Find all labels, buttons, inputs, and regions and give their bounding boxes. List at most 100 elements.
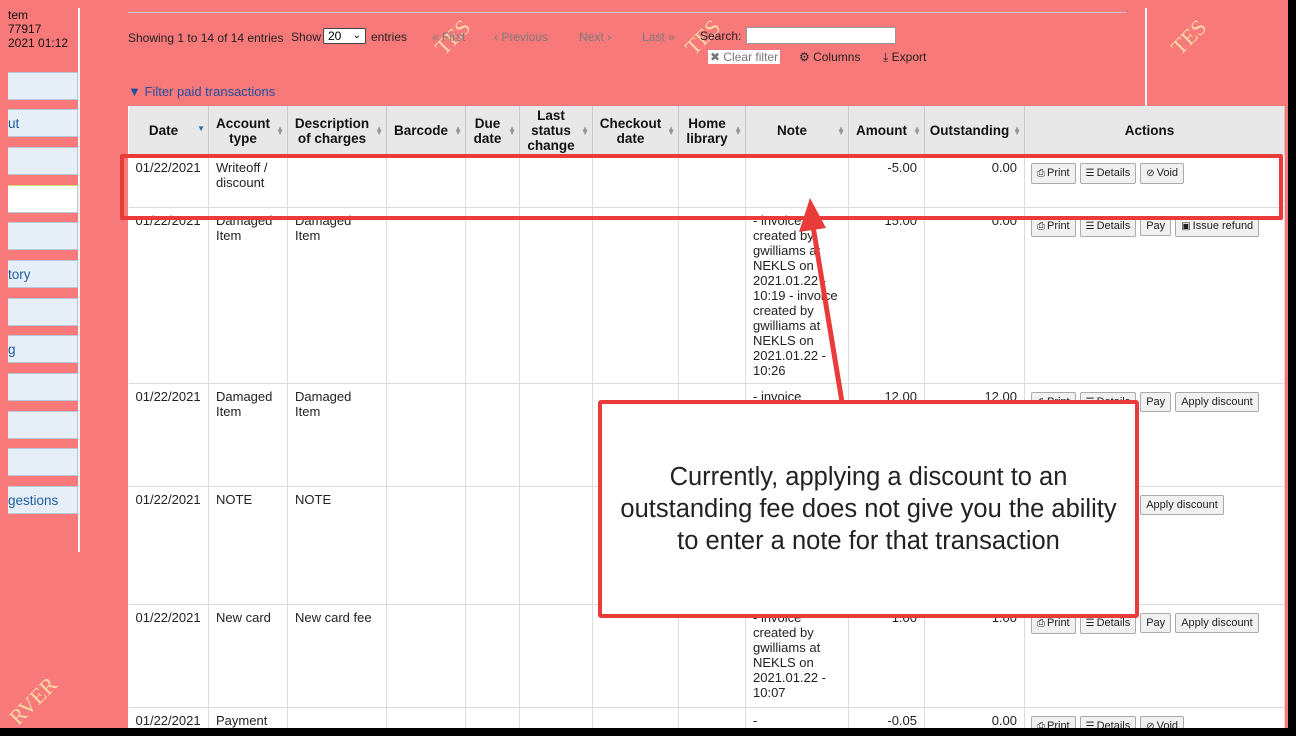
- filter-paid-transactions-link[interactable]: ▼ Filter paid transactions: [128, 84, 275, 99]
- outstanding-cell: 0.00: [924, 207, 1025, 384]
- button-label: Details: [1096, 219, 1131, 232]
- void-icon: ⊘: [1146, 720, 1155, 729]
- description-cell: [287, 707, 387, 728]
- columns-button[interactable]: ⚙ Columns: [799, 50, 860, 64]
- sidebar-item-2[interactable]: ut: [8, 109, 78, 137]
- column-header-date[interactable]: Date ▼: [128, 106, 209, 155]
- column-header-amount[interactable]: Amount ▲ ▼: [848, 106, 925, 155]
- checkout-date-cell: [592, 207, 679, 384]
- sort-icon: ▲ ▼: [276, 124, 284, 137]
- details-button[interactable]: ☰Details: [1079, 715, 1137, 729]
- last-status-change-cell: [519, 383, 593, 487]
- sort-icon: ▲ ▼: [734, 124, 742, 137]
- page-size-select[interactable]: 20 ⌄: [323, 28, 366, 44]
- entries-label: entries: [371, 30, 408, 44]
- header-label: Last status change: [527, 108, 575, 153]
- barcode-cell: [386, 486, 466, 605]
- sidebar-item-log[interactable]: g: [8, 335, 78, 363]
- apply-discount-button[interactable]: Apply discount: [1175, 391, 1259, 412]
- column-header-due-date[interactable]: Due date ▲ ▼: [465, 106, 520, 155]
- due-date-cell: [465, 604, 520, 708]
- account-type-cell: Damaged Item: [208, 207, 288, 384]
- date-cell: 01/22/2021: [128, 383, 209, 487]
- column-header-last-status-change[interactable]: Last status change ▲ ▼: [519, 106, 593, 155]
- column-header-barcode[interactable]: Barcode ▲ ▼: [386, 106, 466, 155]
- sidebar-item-accounting[interactable]: [8, 185, 78, 213]
- sidebar-item-3[interactable]: [8, 147, 78, 175]
- date-cell: 01/22/2021: [128, 604, 209, 708]
- account-type-cell: New card: [208, 604, 288, 708]
- previous-page-link[interactable]: ‹ Previous: [494, 30, 548, 44]
- next-page-link[interactable]: Next ›: [579, 30, 611, 44]
- clear-filter-button[interactable]: ✖ Clear filter: [708, 50, 781, 64]
- actions-cell: ⎙Print ☰Details Pay Apply discount: [1024, 604, 1285, 708]
- download-icon: ⤓: [883, 50, 892, 64]
- watermark-left: RVER: [4, 671, 62, 728]
- details-icon: ☰: [1085, 720, 1095, 729]
- search-label: Search:: [700, 29, 742, 43]
- outstanding-cell: 1.00: [924, 604, 1025, 708]
- sidebar-item-suggestions[interactable]: gestions: [8, 486, 78, 514]
- sort-icon: ▲ ▼: [581, 124, 589, 137]
- table-header-row: Date ▼ Account type ▲ ▼ Description of char…: [128, 106, 1285, 155]
- sort-icon: ▲ ▼: [1013, 124, 1021, 137]
- sort-down-icon: ▼: [197, 124, 205, 133]
- description-cell: Damaged Item: [287, 207, 387, 384]
- account-type-cell: Damaged Item: [208, 383, 288, 487]
- actions-cell: ⎙ Print ☰ Details Pay ▣ Issue refund: [1024, 207, 1285, 384]
- button-label: Apply discount: [1181, 616, 1253, 629]
- first-page-link[interactable]: « First: [432, 30, 465, 44]
- void-button[interactable]: ⊘ Void: [1140, 715, 1185, 729]
- sidebar-item-1[interactable]: [8, 72, 78, 100]
- column-header-checkout-date[interactable]: Checkout date ▲ ▼: [592, 106, 679, 155]
- barcode-cell: [386, 207, 466, 384]
- header-label: Actions: [1124, 123, 1175, 138]
- column-header-outstanding[interactable]: Outstanding ▲ ▼: [924, 106, 1025, 155]
- home-library-cell: [678, 707, 746, 728]
- pay-button[interactable]: Pay: [1140, 391, 1172, 412]
- note-cell: -: [745, 707, 849, 728]
- button-label: Print: [1047, 219, 1070, 232]
- account-type-cell: Payment: [208, 707, 288, 728]
- sidebar-item-7[interactable]: [8, 298, 78, 326]
- date-cell: 01/22/2021: [128, 207, 209, 384]
- column-header-description[interactable]: Description of charges ▲ ▼: [287, 106, 387, 155]
- apply-discount-button[interactable]: Apply discount: [1140, 494, 1224, 515]
- checkout-date-cell: [592, 707, 679, 728]
- callout-text: Currently, applying a discount to an out…: [620, 463, 1117, 555]
- column-header-home-library[interactable]: Home library ▲ ▼: [678, 106, 746, 155]
- sort-icon: ▲ ▼: [837, 124, 845, 137]
- pay-button[interactable]: Pay: [1140, 612, 1172, 633]
- print-icon: ⎙: [1037, 220, 1045, 232]
- button-label: Void: [1156, 719, 1179, 729]
- home-library-cell: [678, 604, 746, 708]
- sidebar-item-history[interactable]: tory: [8, 260, 78, 288]
- export-button[interactable]: ⤓ Export: [883, 50, 926, 65]
- sidebar-item-11[interactable]: [8, 448, 78, 476]
- search-input[interactable]: [746, 27, 896, 44]
- entries-info: Showing 1 to 14 of 14 entries: [128, 31, 284, 45]
- column-header-note[interactable]: Note ▲ ▼: [745, 106, 849, 155]
- sidebar-item-10[interactable]: [8, 411, 78, 439]
- sort-icon: ▲ ▼: [913, 124, 921, 137]
- button-label: Pay: [1146, 395, 1166, 408]
- last-page-link[interactable]: Last »: [642, 30, 675, 44]
- apply-discount-button[interactable]: Apply discount: [1175, 612, 1259, 633]
- sort-icon: ▲ ▼: [667, 124, 675, 137]
- header-label: Home library: [686, 115, 728, 146]
- home-library-cell: [678, 207, 746, 384]
- filter-link-label: Filter paid transactions: [144, 84, 276, 99]
- header-label: Barcode: [393, 123, 449, 138]
- top-divider: [128, 12, 1126, 13]
- patron-summary: tem 77917 2021 01:12: [8, 8, 68, 50]
- due-date-cell: [465, 486, 520, 605]
- highlight-box: [120, 154, 1283, 220]
- last-status-change-cell: [519, 207, 593, 384]
- column-header-account-type[interactable]: Account type ▲ ▼: [208, 106, 288, 155]
- sidebar-item-9[interactable]: [8, 373, 78, 401]
- header-label: Checkout date: [599, 115, 662, 146]
- last-status-change-cell: [519, 486, 593, 605]
- sidebar-item-5[interactable]: [8, 222, 78, 250]
- button-label: Pay: [1146, 219, 1166, 232]
- print-button[interactable]: ⎙Print: [1031, 715, 1076, 728]
